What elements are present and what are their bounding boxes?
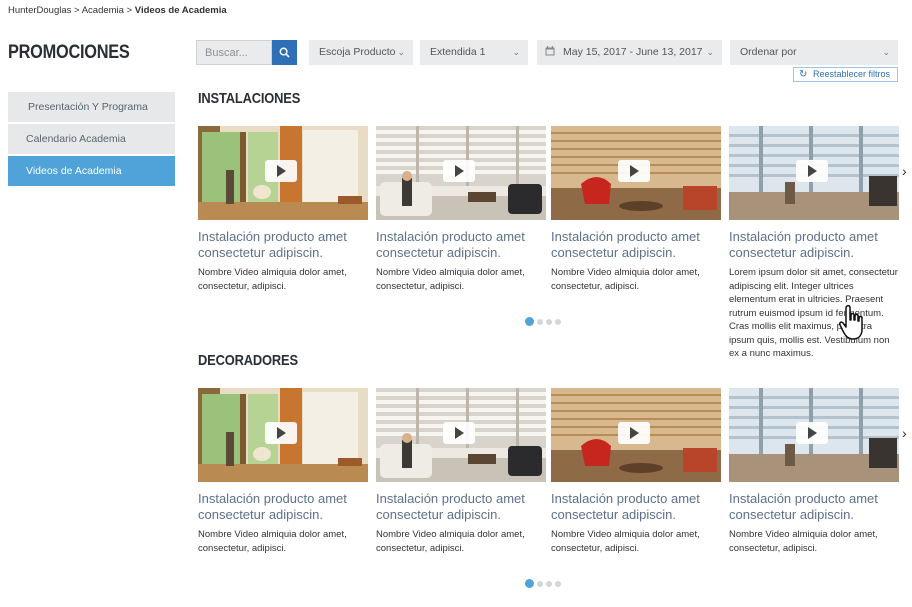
sidebar: Presentación Y Programa Calendario Acade…: [8, 92, 175, 188]
sidebar-item-calendario[interactable]: Calendario Academia: [8, 124, 175, 154]
order-dropdown-value: Ordenar por: [740, 46, 797, 58]
video-thumbnail[interactable]: [376, 126, 546, 220]
chevron-down-icon: ⌄: [512, 47, 520, 57]
chevron-down-icon: ⌄: [706, 47, 714, 57]
video-title[interactable]: Instalación producto amet consectetur ad…: [198, 491, 374, 523]
video-title[interactable]: Instalación producto amet consectetur ad…: [551, 229, 727, 261]
video-description: Nombre Video almiquia dolor amet, consec…: [376, 267, 525, 292]
play-icon[interactable]: [443, 160, 475, 182]
carousel-dot[interactable]: [537, 580, 543, 587]
carousel-dot[interactable]: [555, 580, 561, 587]
sidebar-item-videos[interactable]: Videos de Academia: [8, 156, 175, 186]
video-description: Nombre Video almiquia dolor amet, consec…: [198, 529, 347, 554]
video-title[interactable]: Instalación producto amet consectetur ad…: [198, 229, 374, 261]
play-icon[interactable]: [265, 422, 297, 444]
video-description: Nombre Video almiquia dolor amet, consec…: [729, 529, 878, 554]
product-dropdown[interactable]: Escoja Producto ⌄: [309, 40, 413, 65]
date-range-picker[interactable]: May 15, 2017 - June 13, 2017 ⌄: [537, 40, 722, 65]
video-thumbnail[interactable]: [376, 388, 546, 482]
carousel-next-icon[interactable]: ›: [902, 163, 907, 179]
carousel-dot[interactable]: [525, 579, 534, 588]
breadcrumb-link-hunterdouglas[interactable]: HunterDouglas: [8, 5, 71, 16]
sidebar-item-presentacion[interactable]: Presentación Y Programa: [8, 92, 175, 122]
product-dropdown-value: Escoja Producto: [319, 46, 396, 58]
chevron-down-icon: ⌄: [882, 47, 890, 57]
chevron-down-icon: ⌄: [397, 47, 405, 57]
play-icon[interactable]: [443, 422, 475, 444]
video-title[interactable]: Instalación producto amet consectetur ad…: [376, 491, 552, 523]
page-title: PROMOCIONES: [8, 42, 130, 63]
carousel-dot[interactable]: [555, 318, 561, 325]
carousel-dot[interactable]: [537, 318, 543, 325]
date-range-value: May 15, 2017 - June 13, 2017: [563, 46, 703, 58]
video-thumbnail[interactable]: [551, 388, 721, 482]
hand-pointer-icon: [839, 304, 863, 340]
play-icon[interactable]: [265, 160, 297, 182]
video-description: Nombre Video almiquia dolor amet, consec…: [551, 267, 700, 292]
breadcrumb-current: Videos de Academia: [134, 5, 227, 16]
video-title[interactable]: Instalación producto amet consectetur ad…: [551, 491, 727, 523]
video-thumbnail[interactable]: [198, 126, 368, 220]
video-description: Lorem ipsum dolor sit amet, consectetur …: [729, 267, 898, 359]
carousel-dot[interactable]: [546, 318, 552, 325]
search-input[interactable]: Buscar...: [196, 40, 272, 65]
calendar-icon: [545, 46, 555, 56]
extendida-dropdown-value: Extendida 1: [430, 46, 486, 58]
carousel-pagination: [525, 579, 561, 588]
refresh-icon: ↻: [799, 69, 808, 80]
video-thumbnail[interactable]: [198, 388, 368, 482]
order-dropdown[interactable]: Ordenar por ⌄: [730, 40, 898, 65]
carousel-pagination: [525, 317, 561, 326]
search-icon: [279, 47, 290, 58]
video-description: Nombre Video almiquia dolor amet, consec…: [376, 529, 525, 554]
play-icon[interactable]: [618, 160, 650, 182]
video-description: Nombre Video almiquia dolor amet, consec…: [198, 267, 347, 292]
breadcrumb-separator: >: [74, 5, 80, 16]
video-thumbnail[interactable]: [729, 388, 899, 482]
extendida-dropdown[interactable]: Extendida 1 ⌄: [420, 40, 528, 65]
breadcrumb-link-academia[interactable]: Academia: [82, 5, 124, 16]
play-icon[interactable]: [618, 422, 650, 444]
carousel-dot[interactable]: [546, 580, 552, 587]
video-title[interactable]: Instalación producto amet consectetur ad…: [376, 229, 552, 261]
video-description: Nombre Video almiquia dolor amet, consec…: [551, 529, 700, 554]
section-title-instalaciones: INSTALACIONES: [198, 90, 301, 107]
video-title[interactable]: Instalación producto amet consectetur ad…: [729, 229, 905, 261]
video-thumbnail[interactable]: [551, 126, 721, 220]
carousel-dot[interactable]: [525, 317, 534, 326]
section-title-decoradores: DECORADORES: [198, 352, 298, 369]
reset-filters-button[interactable]: ↻ Reestablecer filtros: [793, 67, 898, 82]
video-title[interactable]: Instalación producto amet consectetur ad…: [729, 491, 905, 523]
breadcrumb: HunterDouglas > Academia > Videos de Aca…: [8, 5, 227, 16]
play-icon[interactable]: [796, 422, 828, 444]
search-button[interactable]: [272, 40, 297, 65]
carousel-next-icon[interactable]: ›: [902, 425, 907, 441]
breadcrumb-separator: >: [126, 5, 133, 16]
reset-filters-label: Reestablecer filtros: [813, 69, 891, 79]
video-thumbnail[interactable]: [729, 126, 899, 220]
play-icon[interactable]: [796, 160, 828, 182]
